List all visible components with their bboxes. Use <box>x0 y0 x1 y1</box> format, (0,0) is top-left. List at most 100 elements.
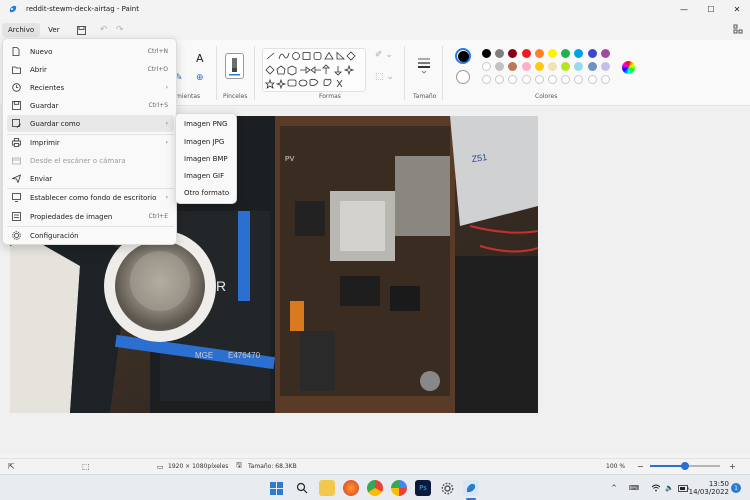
menu-item-save[interactable]: Guardar Ctrl+S <box>7 97 174 114</box>
menu-item-new[interactable]: Nuevo Ctrl+N <box>7 43 174 60</box>
color-swatch[interactable] <box>600 62 610 71</box>
edit-colors-button[interactable] <box>622 61 635 74</box>
google-app-icon[interactable] <box>391 480 407 496</box>
zoom-slider-thumb[interactable] <box>681 462 689 470</box>
photoshop-icon[interactable]: Ps <box>415 480 431 496</box>
empty-color-slot[interactable] <box>574 75 584 84</box>
color-swatch[interactable] <box>561 49 571 58</box>
zoom-level: 100 % <box>606 463 626 470</box>
menu-item-save-as[interactable]: Guardar como › <box>7 115 174 132</box>
menu-item-scanner: Desde el escáner o cámara <box>7 152 174 169</box>
file-menu-tab[interactable]: Archivo <box>2 23 41 37</box>
colors-group-label: Colores <box>535 93 558 100</box>
battery-icon[interactable] <box>678 475 689 500</box>
color-swatch[interactable] <box>495 62 505 71</box>
file-size: Tamaño: 68.3KB <box>248 463 297 470</box>
color-swatch[interactable] <box>587 62 597 71</box>
firefox-icon[interactable] <box>343 480 359 496</box>
color-swatch[interactable] <box>521 62 531 71</box>
menu-item-set-wallpaper[interactable]: Establecer como fondo de escritorio › <box>7 189 174 206</box>
send-icon <box>11 174 21 184</box>
clock[interactable]: 13:50 14/03/2022 <box>689 475 729 500</box>
zoom-in-button[interactable]: + <box>729 462 736 471</box>
menu-item-print[interactable]: Imprimir › <box>7 134 174 151</box>
menu-item-open[interactable]: Abrir Ctrl+O <box>7 61 174 78</box>
notification-badge[interactable]: 1 <box>731 483 741 493</box>
divider <box>404 46 405 100</box>
color-swatch[interactable] <box>561 62 571 71</box>
brushes-group-label: Pinceles <box>223 93 248 100</box>
undo-icon[interactable]: ↶ <box>96 22 112 38</box>
outline-dropdown[interactable]: ✐ ⌄ <box>375 50 393 60</box>
redo-icon[interactable]: ↷ <box>112 22 128 38</box>
wifi-icon[interactable] <box>651 475 661 500</box>
color-swatch[interactable] <box>534 49 544 58</box>
minimize-button[interactable]: — <box>669 0 699 18</box>
menu-item-image-properties[interactable]: Propiedades de imagen Ctrl+E <box>7 208 174 225</box>
zoom-slider[interactable] <box>650 462 720 470</box>
color-swatch[interactable] <box>495 49 505 58</box>
close-button[interactable]: ✕ <box>722 0 750 18</box>
color-swatch[interactable] <box>600 49 610 58</box>
divider <box>216 46 217 100</box>
magnifier-icon[interactable]: ⊕ <box>196 73 204 83</box>
settings-icon[interactable] <box>733 24 745 36</box>
menu-item-send[interactable]: Enviar <box>7 170 174 187</box>
color-swatch[interactable] <box>521 49 531 58</box>
empty-color-slot[interactable] <box>548 75 557 84</box>
empty-color-slot[interactable] <box>534 75 544 84</box>
color-swatch[interactable] <box>482 49 491 58</box>
color-swatch[interactable] <box>548 49 557 58</box>
save-icon[interactable] <box>74 22 90 38</box>
menu-item-settings[interactable]: Configuración <box>7 227 174 244</box>
color-swatch[interactable] <box>574 62 584 71</box>
color-swatch[interactable] <box>534 62 544 71</box>
save-as-bmp[interactable]: Imagen BMP <box>180 151 236 167</box>
view-menu-tab[interactable]: Ver <box>42 23 65 37</box>
color-swatch[interactable] <box>587 49 597 58</box>
save-as-submenu: Imagen PNG Imagen JPG Imagen BMP Imagen … <box>175 113 237 204</box>
empty-color-slot[interactable] <box>561 75 571 84</box>
color-swatch[interactable] <box>574 49 584 58</box>
chrome-icon[interactable] <box>367 480 383 496</box>
tray-chevron-icon[interactable]: ^ <box>611 475 617 500</box>
file-explorer-icon[interactable] <box>319 480 335 496</box>
menu-item-recent[interactable]: Recientes › <box>7 79 174 96</box>
secondary-color[interactable] <box>456 70 470 84</box>
tools-group-label: mientas <box>176 93 201 100</box>
status-bar: ⇱ ⬚ ▭ 1920 × 1080píxeles 🖫 Tamaño: 68.3K… <box>0 458 750 474</box>
zoom-out-button[interactable]: − <box>637 462 644 471</box>
save-as-jpg[interactable]: Imagen JPG <box>180 134 236 150</box>
save-as-other[interactable]: Otro formato <box>180 185 236 201</box>
volume-icon[interactable]: 🔈 <box>665 475 674 500</box>
save-as-gif[interactable]: Imagen GIF <box>180 168 236 184</box>
taskbar: Ps ^ ⌨ 🔈 13:50 14/03/2022 1 <box>0 474 750 500</box>
primary-color[interactable] <box>455 48 471 64</box>
paint-app-icon[interactable] <box>463 480 479 496</box>
gear-icon[interactable] <box>439 480 455 496</box>
save-as-png[interactable]: Imagen PNG <box>180 116 236 132</box>
empty-color-slot[interactable] <box>521 75 531 84</box>
dimensions-icon: ▭ <box>157 462 164 471</box>
brush-tool-button[interactable] <box>225 53 244 79</box>
gear-icon <box>11 231 21 241</box>
chevron-right-icon: › <box>165 120 168 127</box>
search-icon[interactable] <box>294 480 310 496</box>
text-tool[interactable]: A <box>196 52 204 65</box>
color-swatch[interactable] <box>548 62 557 71</box>
windows-start-icon[interactable] <box>268 480 284 496</box>
empty-color-slot[interactable] <box>495 75 505 84</box>
empty-color-slot[interactable] <box>600 75 610 84</box>
color-swatch[interactable] <box>508 62 518 71</box>
color-swatch[interactable] <box>482 62 491 71</box>
paint-app-icon <box>9 5 17 13</box>
empty-color-slot[interactable] <box>482 75 491 84</box>
fill-dropdown[interactable]: ⬚ ⌄ <box>375 72 394 82</box>
empty-color-slot[interactable] <box>508 75 518 84</box>
size-button[interactable] <box>416 56 432 76</box>
color-swatch[interactable] <box>508 49 518 58</box>
empty-color-slot[interactable] <box>587 75 597 84</box>
shapes-gallery[interactable] <box>262 48 366 92</box>
keyboard-icon[interactable]: ⌨ <box>629 475 639 500</box>
shapes-group-label: Formas <box>319 93 341 100</box>
